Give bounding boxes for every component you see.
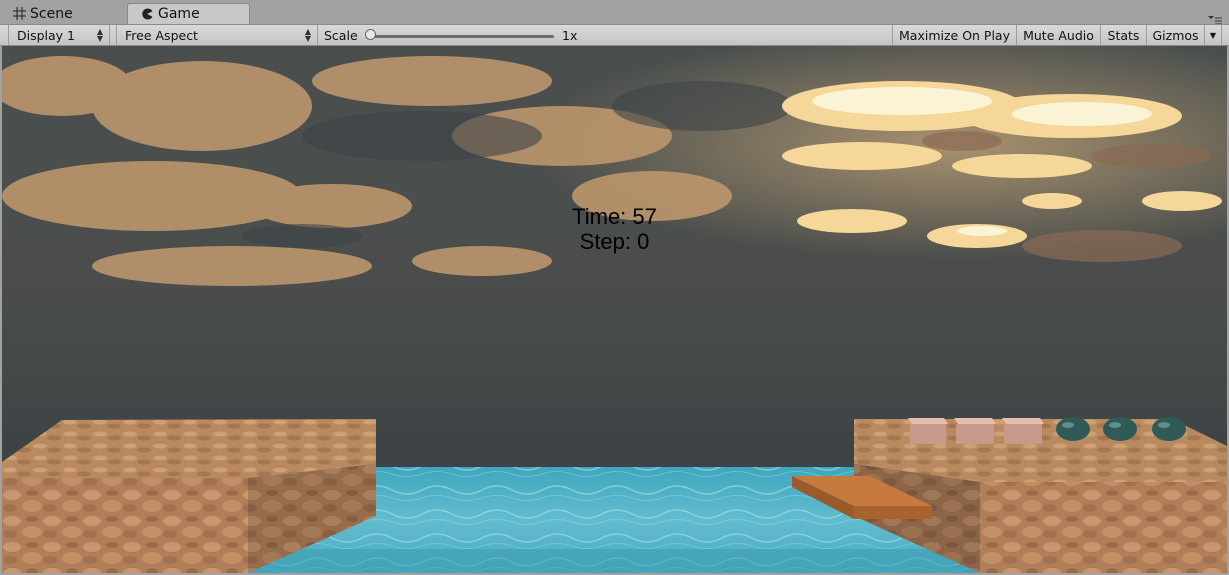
game-scene-render <box>2 46 1227 573</box>
maximize-on-play-label: Maximize On Play <box>899 27 1010 43</box>
hud-time: Time: 57 <box>572 204 657 229</box>
updown-arrow-icon: ▲ ▼ <box>304 27 311 43</box>
stats-toggle[interactable]: Stats <box>1100 25 1146 45</box>
aspect-dropdown[interactable]: Free Aspect ▲ ▼ <box>116 25 318 45</box>
stats-label: Stats <box>1107 27 1140 43</box>
gizmos-label: Gizmos <box>1152 27 1199 43</box>
hud-step: Step: 0 <box>579 229 650 254</box>
display-dropdown-value: Display 1 <box>17 27 76 43</box>
tab-bar: Scene Game <box>0 0 1229 25</box>
aspect-dropdown-value: Free Aspect <box>125 27 198 43</box>
tab-game[interactable]: Game <box>127 3 250 24</box>
scale-slider-thumb[interactable] <box>365 29 376 40</box>
game-viewport[interactable]: Time: 57 Step: 0 <box>2 46 1227 573</box>
updown-arrow-icon: ▲ ▼ <box>96 27 103 43</box>
gizmos-toggle[interactable]: Gizmos <box>1146 25 1204 45</box>
mute-audio-label: Mute Audio <box>1023 27 1094 43</box>
mute-audio-toggle[interactable]: Mute Audio <box>1016 25 1100 45</box>
tab-game-label: Game <box>158 6 200 22</box>
pacman-icon <box>140 7 154 21</box>
maximize-on-play-toggle[interactable]: Maximize On Play <box>892 25 1016 45</box>
panel-menu-icon[interactable] <box>1207 10 1223 25</box>
chevron-down-icon: ▼ <box>1209 30 1217 40</box>
display-dropdown[interactable]: Display 1 ▲ ▼ <box>8 25 110 45</box>
scale-value: 1x <box>562 28 578 43</box>
scale-label: Scale <box>324 28 358 43</box>
gizmos-dropdown-arrow[interactable]: ▼ <box>1204 25 1222 45</box>
game-toolbar: Display 1 ▲ ▼ Free Aspect ▲ ▼ Scale 1x Max… <box>0 24 1229 46</box>
tab-scene[interactable]: Scene <box>6 3 124 24</box>
grid-icon <box>12 7 26 21</box>
tab-scene-label: Scene <box>30 5 73 22</box>
scale-slider-track[interactable] <box>368 35 554 38</box>
